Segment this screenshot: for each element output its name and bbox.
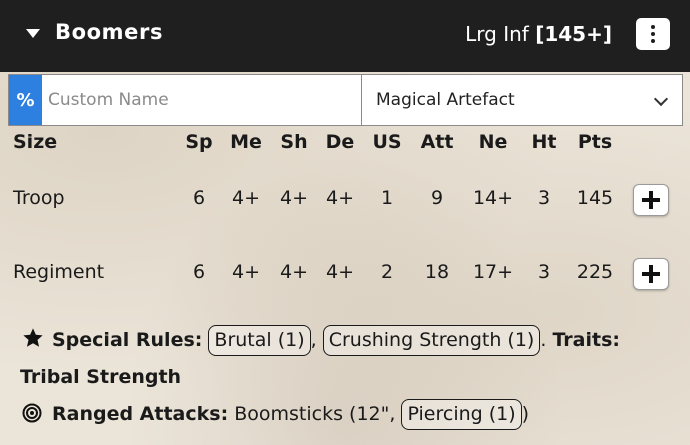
row-me: 4+ bbox=[231, 261, 261, 283]
ranged-attacks-label: Ranged Attacks: bbox=[52, 403, 229, 425]
percent-prefix-icon: % bbox=[9, 75, 42, 125]
row-sh: 4+ bbox=[279, 261, 309, 283]
row-ne: 14+ bbox=[472, 187, 514, 209]
header-att: Att bbox=[420, 131, 454, 153]
rule-pill-crushing-strength[interactable]: Crushing Strength (1) bbox=[322, 325, 541, 356]
row-ht: 3 bbox=[537, 261, 551, 283]
unit-options-row: % Magical Artefact bbox=[8, 74, 683, 126]
row-de: 4+ bbox=[325, 187, 355, 209]
add-regiment-button[interactable] bbox=[633, 258, 669, 290]
header-pts: Pts bbox=[577, 131, 613, 153]
plus-icon bbox=[642, 191, 660, 209]
row-ht: 3 bbox=[537, 187, 551, 209]
header-me: Me bbox=[230, 131, 262, 153]
ranged-weapon-text: Boomsticks (12", bbox=[234, 403, 396, 425]
rule-pill-piercing[interactable]: Piercing (1) bbox=[401, 399, 522, 430]
unit-points: [145+] bbox=[535, 22, 612, 46]
unit-name: Boomers bbox=[55, 20, 164, 44]
row-pts: 145 bbox=[576, 187, 614, 209]
magical-artefact-select[interactable]: Magical Artefact bbox=[362, 75, 682, 125]
row-de: 4+ bbox=[325, 261, 355, 283]
unit-type-points: Lrg Inf [145+] bbox=[465, 22, 612, 46]
row-att: 9 bbox=[430, 187, 444, 209]
row-sp: 6 bbox=[192, 261, 206, 283]
special-rules-label: Special Rules: bbox=[52, 329, 203, 351]
header-ht: Ht bbox=[531, 131, 557, 153]
header-sp: Sp bbox=[185, 131, 213, 153]
row-us: 2 bbox=[380, 261, 394, 283]
row-size: Regiment bbox=[13, 261, 105, 283]
ranged-attacks-line: Ranged Attacks: Boomsticks (12", Piercin… bbox=[20, 396, 680, 433]
custom-name-input[interactable] bbox=[42, 75, 361, 125]
row-sh: 4+ bbox=[279, 187, 309, 209]
stats-row-regiment: Regiment 6 4+ 4+ 4+ 2 18 17+ 3 225 bbox=[0, 261, 690, 291]
row-sp: 6 bbox=[192, 187, 206, 209]
header-us: US bbox=[372, 131, 402, 153]
unit-header[interactable]: Boomers Lrg Inf [145+] bbox=[0, 0, 690, 72]
ranged-close-paren: ) bbox=[521, 403, 530, 425]
header-ne: Ne bbox=[478, 131, 508, 153]
rule-pill-brutal[interactable]: Brutal (1) bbox=[208, 325, 311, 356]
special-rules-block: Special Rules: Brutal (1), Crushing Stre… bbox=[20, 322, 680, 433]
caret-down-icon[interactable] bbox=[26, 29, 40, 38]
target-icon bbox=[22, 403, 42, 423]
header-de: De bbox=[325, 131, 355, 153]
row-me: 4+ bbox=[231, 187, 261, 209]
add-troop-button[interactable] bbox=[633, 184, 669, 216]
row-pts: 225 bbox=[576, 261, 614, 283]
row-size: Troop bbox=[13, 187, 65, 209]
row-us: 1 bbox=[380, 187, 394, 209]
special-rules-line: Special Rules: Brutal (1), Crushing Stre… bbox=[20, 322, 680, 396]
unit-type: Lrg Inf bbox=[465, 22, 529, 46]
kebab-menu-icon[interactable] bbox=[636, 18, 670, 50]
plus-icon bbox=[642, 265, 660, 283]
artefact-select-value: Magical Artefact bbox=[376, 90, 515, 110]
star-icon bbox=[23, 328, 43, 347]
header-size: Size bbox=[13, 131, 58, 153]
row-ne: 17+ bbox=[472, 261, 514, 283]
stats-header-row: Size Sp Me Sh De US Att Ne Ht Pts bbox=[0, 131, 690, 161]
header-sh: Sh bbox=[280, 131, 308, 153]
chevron-down-icon bbox=[653, 91, 669, 107]
row-att: 18 bbox=[424, 261, 450, 283]
stats-row-troop: Troop 6 4+ 4+ 4+ 1 9 14+ 3 145 bbox=[0, 187, 690, 217]
